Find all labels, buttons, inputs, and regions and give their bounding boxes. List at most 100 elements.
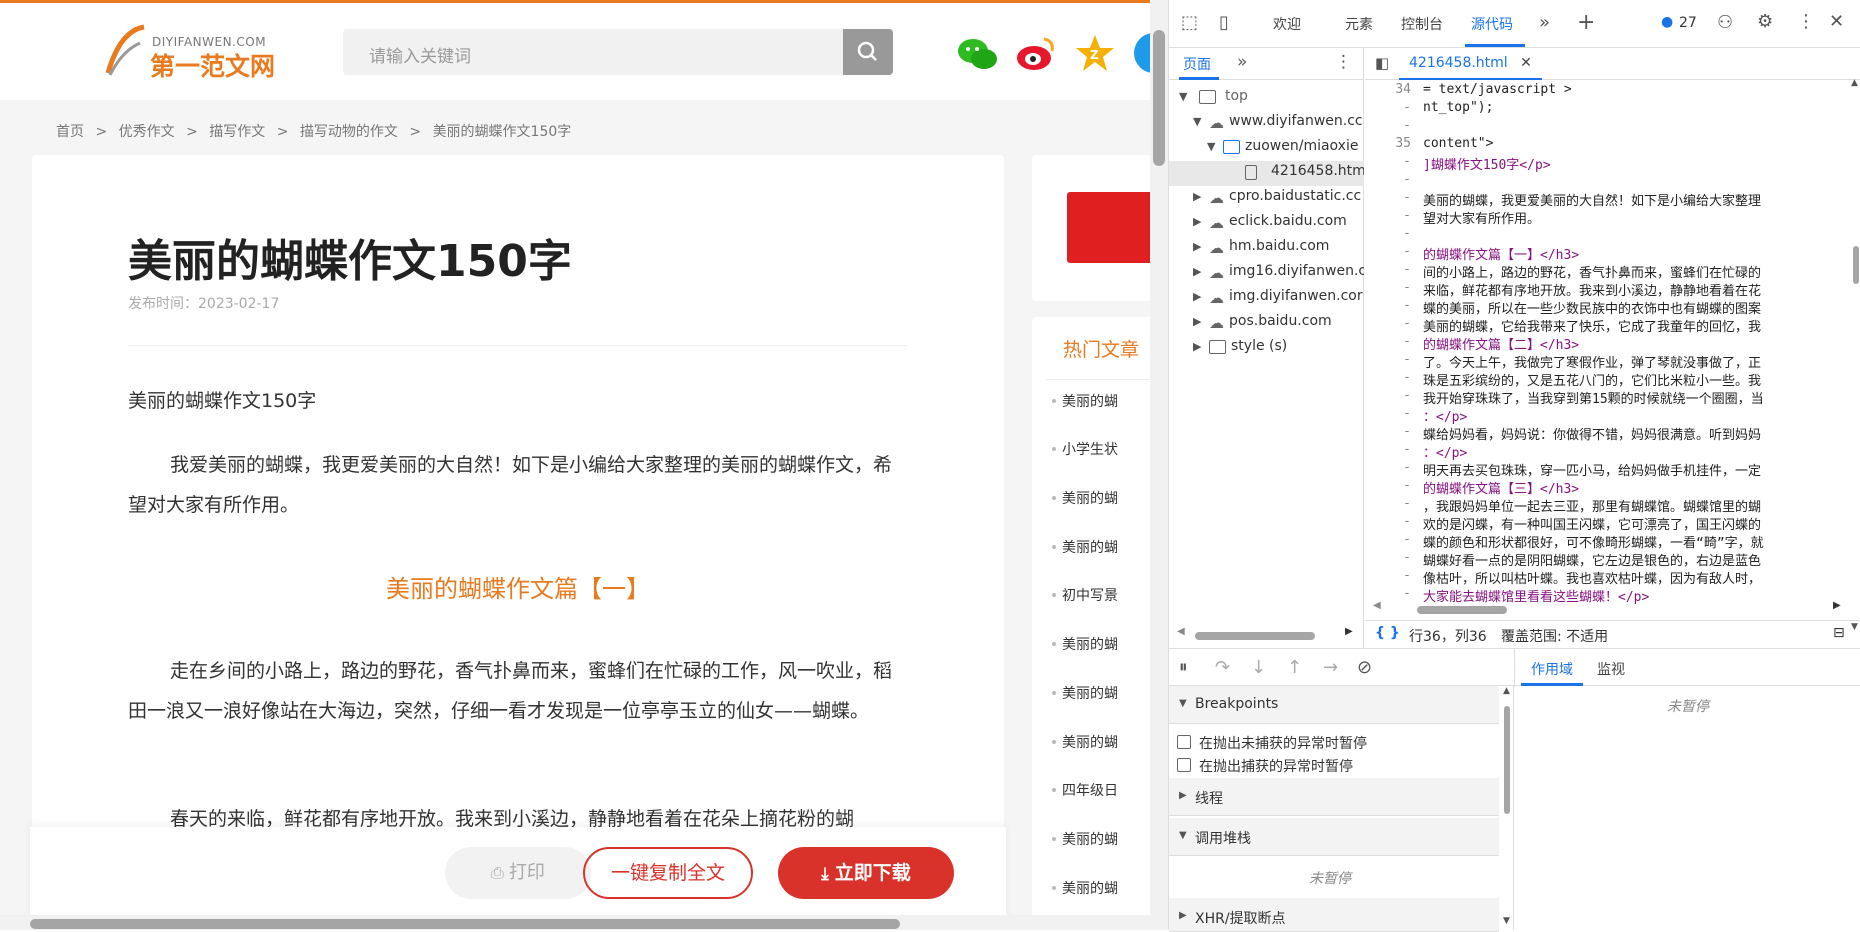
code-line[interactable]: - 蝶的颜色和形状都很好，可不像畸形蝴蝶，一看“畸”字，就 (1365, 532, 1851, 551)
code-line[interactable]: - 间的小路上，路边的野花，香气扑鼻而来，蜜蜂们在忙碌的 (1365, 262, 1851, 281)
device-toggle-icon[interactable]: ▯ (1219, 12, 1229, 33)
callstack-section[interactable]: ▼ 调用堆栈 (1169, 818, 1499, 856)
line-number[interactable]: - (1365, 550, 1411, 565)
step-over-icon[interactable]: ↷ (1215, 657, 1230, 678)
code-line[interactable]: - 我开始穿珠珠了，当我穿到第15颗的时候就绕一个圈圈，当 (1365, 388, 1851, 407)
line-number[interactable]: - (1365, 100, 1411, 115)
tab-page[interactable]: 页面 (1183, 54, 1211, 74)
threads-section[interactable]: ▶ 线程 (1169, 778, 1499, 816)
line-number[interactable]: - (1365, 568, 1411, 583)
code-line[interactable]: - 蝶的美丽，所以在一些少数民族中的衣饰中也有蝴蝶的图案 (1365, 298, 1851, 317)
line-number[interactable]: - (1365, 154, 1411, 169)
tree-item-domain[interactable]: ▶ ☁ eclick.baidu.com (1169, 211, 1364, 236)
issues-count[interactable]: 27 (1679, 15, 1697, 31)
step-out-icon[interactable]: ↑ (1287, 657, 1302, 678)
code-line[interactable]: - 珠是五彩缤纷的，又是五花八门的，它们比米粒小一些。我 (1365, 370, 1851, 389)
breadcrumb-excellent[interactable]: 优秀作文 (119, 124, 175, 140)
line-number[interactable]: - (1365, 586, 1411, 601)
more-options-icon[interactable]: ⋮ (1335, 52, 1352, 72)
line-number[interactable]: - (1365, 244, 1411, 259)
xhr-breakpoints-section[interactable]: ▶ XHR/提取断点 (1169, 898, 1499, 932)
code-line[interactable]: - 明天再去买包珠珠，穿一匹小马，给妈妈做手机挂件，一定 (1365, 460, 1851, 479)
hot-article-link[interactable]: 美丽的蝴 (1052, 732, 1118, 752)
code-line[interactable]: - 望对大家有所作用。 (1365, 208, 1851, 227)
line-number[interactable]: - (1365, 478, 1411, 493)
search-box[interactable]: 请输入关键词 (343, 29, 893, 75)
line-number[interactable]: - (1365, 208, 1411, 223)
tree-item-file[interactable]: 4216458.html (1169, 161, 1364, 186)
tab-scope[interactable]: 作用域 (1531, 659, 1573, 679)
code-line[interactable]: - ：</p> (1365, 442, 1851, 461)
scrollbar-thumb[interactable] (1153, 30, 1165, 166)
site-logo[interactable]: DIYIFANWEN.COM 第一范文网 (100, 21, 280, 81)
file-tab[interactable]: 4216458.html ✕ (1399, 48, 1542, 80)
more-tabs-icon[interactable]: » (1237, 52, 1247, 72)
tree-item-domain[interactable]: ▶ ☁ img.diyifanwen.cor (1169, 286, 1364, 311)
tree-item-style[interactable]: ▶ style (s) (1169, 336, 1364, 361)
code-line[interactable]: - 美丽的蝴蝶，我更爱美丽的大自然！如下是小编给大家整理 (1365, 190, 1851, 209)
navigator-hscrollbar[interactable]: ◀ ▶ (1177, 626, 1357, 642)
code-line[interactable]: - 大家能去蝴蝶馆里看看这些蝴蝶！</p> (1365, 586, 1851, 605)
line-number[interactable]: - (1365, 118, 1411, 133)
more-options-icon[interactable]: ⋮ (1797, 11, 1815, 32)
hot-article-link[interactable]: 美丽的蝴 (1052, 634, 1118, 654)
tree-item-domain[interactable]: ▶ ☁ img16.diyifanwen.c (1169, 261, 1364, 286)
code-line[interactable]: - 了。今天上午，我做完了寒假作业，弹了琴就没事做了，正 (1365, 352, 1851, 371)
tree-item-domain[interactable]: ▼ ☁ www.diyifanwen.cc (1169, 111, 1364, 136)
hot-article-link[interactable]: 美丽的蝴 (1052, 537, 1118, 557)
pause-icon[interactable]: ⏸ (1179, 657, 1188, 677)
scrollbar-thumb[interactable] (1195, 632, 1315, 640)
print-button[interactable]: ⎙ 打印 (445, 847, 591, 899)
tab-elements[interactable]: 元素 (1345, 14, 1373, 34)
hot-article-link[interactable]: 美丽的蝴 (1052, 391, 1118, 411)
code-line[interactable]: - 美丽的蝴蝶，它给我带来了快乐，它成了我童年的回忆，我 (1365, 316, 1851, 335)
tree-item-domain[interactable]: ▶ ☁ hm.baidu.com (1169, 236, 1364, 261)
tree-item-folder[interactable]: ▼ zuowen/miaoxie (1169, 136, 1364, 161)
tab-sources[interactable]: 源代码 (1471, 14, 1513, 34)
breadcrumb-animal[interactable]: 描写动物的作文 (300, 124, 398, 140)
deactivate-breakpoints-icon[interactable]: ⊘ (1357, 657, 1372, 678)
breakpoints-section[interactable]: ▼ Breakpoints (1169, 686, 1499, 724)
qzone-icon[interactable]: Z (1073, 31, 1117, 75)
scrollbar-thumb[interactable] (30, 919, 900, 929)
drawer-toggle-icon[interactable]: ⊟ (1833, 625, 1845, 641)
code-vscrollbar[interactable]: ▲ ▼ (1851, 78, 1860, 640)
line-number[interactable]: - (1365, 316, 1411, 331)
code-line[interactable]: - 蝶给妈妈看，妈妈说：你做得不错，妈妈很满意。听到妈妈 (1365, 424, 1851, 443)
toggle-navigator-icon[interactable]: ◧ (1375, 54, 1389, 72)
close-tab-icon[interactable]: ✕ (1520, 55, 1532, 71)
add-tab-icon[interactable]: + (1577, 10, 1595, 35)
tab-welcome[interactable]: 欢迎 (1273, 14, 1301, 34)
hot-article-link[interactable]: 美丽的蝴 (1052, 829, 1118, 849)
line-number[interactable]: - (1365, 406, 1411, 421)
weibo-icon[interactable] (1014, 31, 1058, 75)
line-number[interactable]: 35 (1365, 136, 1411, 151)
line-number[interactable]: - (1365, 352, 1411, 367)
code-line[interactable]: - 欢的是闪蝶，有一种叫国王闪蝶，它可漂亮了，国王闪蝶的 (1365, 514, 1851, 533)
hot-article-link[interactable]: 初中写景 (1052, 585, 1118, 605)
qq-icon[interactable] (1132, 31, 1150, 75)
more-tabs-icon[interactable]: » (1539, 12, 1550, 33)
code-line[interactable]: - ，我跟妈妈单位一起去三亚，那里有蝴蝶馆。蝴蝶馆里的蝴 (1365, 496, 1851, 515)
line-number[interactable]: - (1365, 460, 1411, 475)
line-number[interactable]: - (1365, 172, 1411, 187)
connection-icon[interactable]: ⚇ (1717, 12, 1733, 33)
line-number[interactable]: - (1365, 424, 1411, 439)
debugger-vscrollbar[interactable]: ▲ ▼ (1501, 686, 1513, 930)
scrollbar-thumb[interactable] (1853, 246, 1859, 284)
code-line[interactable]: - 的蝴蝶作文篇【一】</h3> (1365, 244, 1851, 263)
tree-item-top[interactable]: ▼ top (1169, 86, 1364, 111)
search-button[interactable] (843, 29, 893, 75)
issues-icon[interactable]: ● (1661, 14, 1673, 30)
download-button[interactable]: ⤓ 立即下载 (778, 847, 954, 899)
line-number[interactable]: 34 (1365, 82, 1411, 97)
tab-watch[interactable]: 监视 (1597, 659, 1625, 679)
tab-console[interactable]: 控制台 (1401, 14, 1443, 34)
code-line[interactable]: - 蝴蝶好看一点的是阴阳蝴蝶，它左边是银色的，右边是蓝色 (1365, 550, 1851, 569)
line-number[interactable]: - (1365, 442, 1411, 457)
copy-all-button[interactable]: 一键复制全文 (583, 847, 753, 899)
code-line[interactable]: 35 content"> (1365, 136, 1851, 154)
line-number[interactable]: - (1365, 280, 1411, 295)
step-into-icon[interactable]: ↓ (1251, 657, 1266, 678)
line-number[interactable]: - (1365, 226, 1411, 241)
